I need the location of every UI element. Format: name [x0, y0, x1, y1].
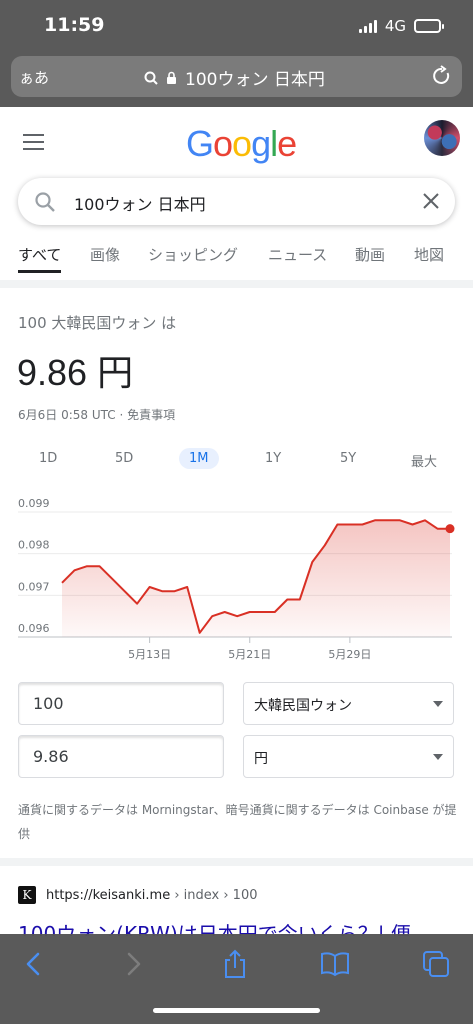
- conversion-timestamp[interactable]: 6月6日 0:58 UTC · 免責事項: [18, 406, 175, 423]
- site-favicon: K: [18, 886, 36, 904]
- result-path: › index › 100: [170, 887, 258, 903]
- avatar[interactable]: [424, 120, 460, 156]
- result-host: https://keisanki.me: [46, 887, 171, 903]
- search-box[interactable]: 100ウォン 日本円: [18, 178, 455, 225]
- address-bar[interactable]: ぁあ 100ウォン 日本円: [11, 56, 462, 97]
- url-display[interactable]: 100ウォン 日本円: [144, 65, 325, 90]
- close-icon[interactable]: [421, 191, 441, 215]
- range-selector: 1D 5D 1M 1Y 5Y 最大: [0, 448, 473, 476]
- logo-letter: o: [213, 123, 233, 164]
- currency-from-label: 大韓民国ウォン: [254, 698, 352, 714]
- tab-videos[interactable]: 動画: [355, 244, 385, 265]
- section-divider: [0, 280, 473, 288]
- search-input[interactable]: 100ウォン 日本円: [74, 191, 206, 215]
- bookmarks-icon[interactable]: [319, 948, 351, 980]
- logo-letter: G: [186, 123, 214, 164]
- google-header: Google: [0, 107, 473, 177]
- browser-top: 11:59 4G ぁあ 100ウォン 日本円: [0, 0, 473, 107]
- share-icon[interactable]: [219, 948, 251, 980]
- logo-letter: g: [251, 123, 271, 164]
- google-logo[interactable]: Google: [186, 123, 297, 165]
- x-tick-label: 5月29日: [328, 648, 371, 661]
- reload-icon[interactable]: [432, 65, 452, 91]
- search-tabs: すべて 画像 ショッピング ニュース 動画 地図: [0, 240, 473, 280]
- tab-maps[interactable]: 地図: [414, 244, 444, 265]
- range-5y[interactable]: 5Y: [340, 451, 356, 466]
- search-icon: [144, 71, 158, 85]
- range-5d[interactable]: 5D: [115, 451, 133, 466]
- conversion-label: 100 大韓民国ウォン は: [18, 314, 177, 332]
- network-label: 4G: [384, 17, 406, 35]
- reader-settings-button[interactable]: ぁあ: [19, 67, 49, 88]
- status-bar: 11:59 4G: [0, 0, 473, 52]
- range-max[interactable]: 最大: [411, 451, 437, 470]
- amount-to-input[interactable]: 9.86: [18, 735, 224, 778]
- currency-to-select[interactable]: 円: [243, 735, 454, 778]
- amount-to-value: 9.86: [33, 747, 69, 766]
- status-time: 11:59: [44, 14, 105, 36]
- section-divider: [0, 858, 473, 866]
- menu-icon[interactable]: [23, 134, 44, 155]
- tab-images[interactable]: 画像: [90, 244, 120, 265]
- back-icon[interactable]: [17, 948, 49, 980]
- range-1m[interactable]: 1M: [179, 448, 219, 469]
- result-site[interactable]: K https://keisanki.me › index › 100: [18, 886, 258, 904]
- conversion-value: 9.86 円: [17, 352, 134, 393]
- y-tick-label: 0.098: [18, 539, 50, 552]
- amount-from-input[interactable]: 100: [18, 682, 224, 725]
- series-area: [62, 520, 450, 637]
- tab-shopping[interactable]: ショッピング: [148, 244, 238, 265]
- y-tick-label: 0.097: [18, 580, 50, 593]
- x-tick-label: 5月21日: [228, 648, 271, 661]
- logo-letter: o: [232, 123, 252, 164]
- range-1y[interactable]: 1Y: [265, 451, 281, 466]
- url-text: 100ウォン 日本円: [185, 70, 325, 90]
- chevron-down-icon: [433, 754, 443, 760]
- tabs-icon[interactable]: [420, 948, 452, 980]
- currency-from-select[interactable]: 大韓民国ウォン: [243, 682, 454, 725]
- data-source-note: 通貨に関するデータは Morningstar、暗号通貨に関するデータは Coin…: [18, 803, 457, 841]
- last-point-marker: [445, 524, 455, 534]
- amount-from-value: 100: [33, 694, 64, 713]
- y-tick-label: 0.099: [18, 497, 50, 510]
- lock-icon: [167, 71, 176, 84]
- chevron-down-icon: [433, 701, 443, 707]
- battery-icon: [414, 19, 444, 33]
- search-icon[interactable]: [34, 191, 56, 217]
- range-1d[interactable]: 1D: [39, 451, 57, 466]
- currency-to-label: 円: [254, 751, 268, 767]
- status-right: 4G: [358, 17, 444, 35]
- forward-icon[interactable]: [118, 948, 150, 980]
- tab-all[interactable]: すべて: [18, 244, 62, 273]
- y-tick-label: 0.096: [18, 622, 50, 635]
- x-tick-label: 5月13日: [128, 648, 171, 661]
- signal-icon: [358, 19, 377, 33]
- tab-news[interactable]: ニュース: [268, 244, 327, 265]
- exchange-rate-chart[interactable]: 0.099 0.098 0.097 0.096 5月13日 5月21日 5月29日: [0, 496, 473, 666]
- logo-letter: e: [277, 123, 297, 164]
- home-indicator: [153, 1008, 320, 1013]
